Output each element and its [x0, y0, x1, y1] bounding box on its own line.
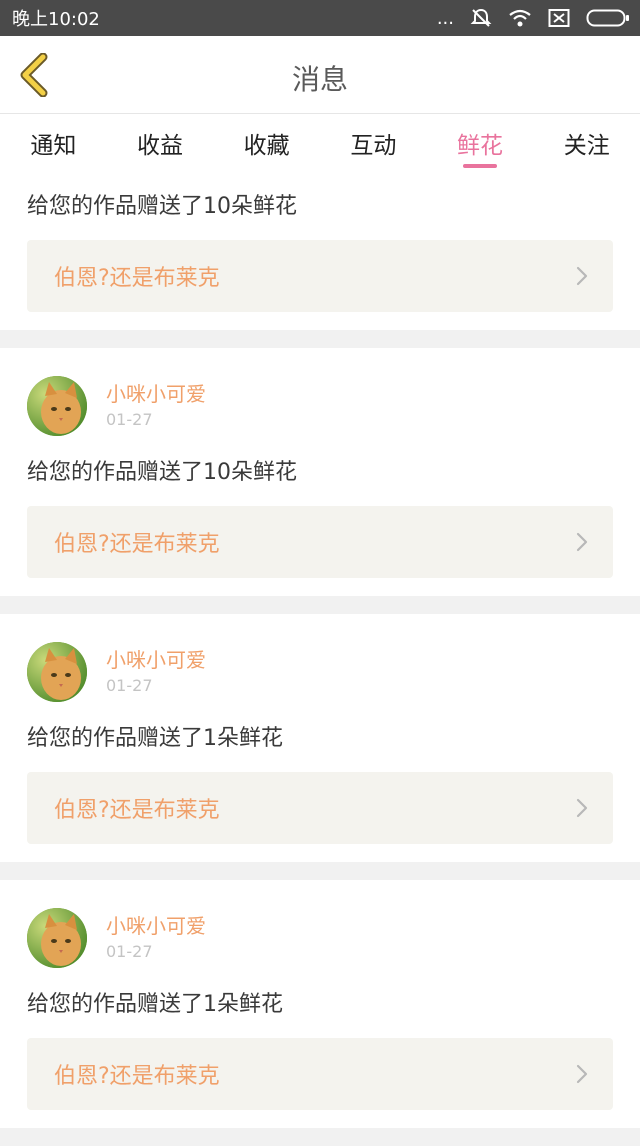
work-title: 伯恩?还是布莱克	[54, 798, 220, 823]
message-text: 给您的作品赠送了10朵鲜花	[27, 460, 297, 485]
page-title: 消息	[291, 63, 348, 96]
user-meta: 小咪小可爱 01-27	[106, 381, 206, 431]
work-link[interactable]: 伯恩?还是布莱克	[27, 506, 613, 578]
user-row: 小咪小可爱 01-27	[27, 376, 613, 436]
wifi-icon	[508, 8, 532, 28]
message-card: 给您的作品赠送了10朵鲜花 伯恩?还是布莱克	[0, 172, 640, 330]
avatar[interactable]	[27, 642, 87, 702]
status-bar: 晚上10:02 ...	[0, 0, 640, 36]
chevron-right-icon	[576, 532, 588, 552]
message-text: 给您的作品赠送了1朵鲜花	[27, 726, 283, 751]
message-text: 给您的作品赠送了1朵鲜花	[27, 992, 283, 1017]
alarm-off-icon	[470, 7, 492, 29]
message-card: 小咪小可爱 01-27 给您的作品赠送了10朵鲜花 伯恩?还是布莱克	[0, 348, 640, 596]
header: 消息	[0, 36, 640, 114]
username[interactable]: 小咪小可爱	[106, 647, 206, 673]
tab-label: 鲜花	[457, 133, 504, 159]
sim-off-icon	[548, 8, 570, 28]
message-date: 01-27	[106, 410, 153, 429]
status-icons: ...	[437, 7, 630, 29]
tab-label: 收藏	[243, 133, 290, 159]
avatar[interactable]	[27, 908, 87, 968]
chevron-right-icon	[576, 798, 588, 818]
tab-label: 通知	[30, 133, 77, 159]
tab-label: 收益	[137, 133, 183, 159]
user-meta: 小咪小可爱 01-27	[106, 913, 206, 963]
work-title: 伯恩?还是布莱克	[54, 1064, 220, 1089]
tab-label: 关注	[563, 133, 610, 159]
tab-label: 互动	[350, 133, 397, 159]
message-date: 01-27	[106, 676, 153, 695]
chevron-right-icon	[576, 1064, 588, 1084]
message-card: 小咪小可爱 01-27 给您的作品赠送了1朵鲜花 伯恩?还是布莱克	[0, 614, 640, 862]
tab-flowers[interactable]: 鲜花	[427, 114, 534, 172]
message-list: 给您的作品赠送了10朵鲜花 伯恩?还是布莱克 小咪小可爱 01-27 给您的作品…	[0, 172, 640, 1146]
battery-icon	[586, 8, 630, 28]
message-card: 小咪小可爱 01-27 给您的作品赠送了1朵鲜花 伯恩?还是布莱克	[0, 880, 640, 1128]
tab-earnings[interactable]: 收益	[107, 114, 214, 172]
user-row: 小咪小可爱 01-27	[27, 908, 613, 968]
avatar[interactable]	[27, 376, 87, 436]
tab-favorites[interactable]: 收藏	[213, 114, 320, 172]
user-meta: 小咪小可爱 01-27	[106, 647, 206, 697]
work-title: 伯恩?还是布莱克	[54, 266, 220, 291]
active-tab-indicator	[463, 164, 498, 168]
work-link[interactable]: 伯恩?还是布莱克	[27, 240, 613, 312]
tab-interactions[interactable]: 互动	[320, 114, 427, 172]
message-text: 给您的作品赠送了10朵鲜花	[27, 194, 297, 219]
chevron-right-icon	[576, 266, 588, 286]
username[interactable]: 小咪小可爱	[106, 381, 206, 407]
work-link[interactable]: 伯恩?还是布莱克	[27, 1038, 613, 1110]
user-row: 小咪小可爱 01-27	[27, 642, 613, 702]
tab-bar: 通知 收益 收藏 互动 鲜花 关注	[0, 114, 640, 172]
username[interactable]: 小咪小可爱	[106, 913, 206, 939]
status-time: 晚上10:02	[12, 9, 100, 30]
work-link[interactable]: 伯恩?还是布莱克	[27, 772, 613, 844]
more-dots: ...	[436, 7, 454, 29]
work-title: 伯恩?还是布莱克	[54, 532, 220, 557]
message-date: 01-27	[106, 942, 153, 961]
tab-follows[interactable]: 关注	[533, 114, 640, 172]
tab-notifications[interactable]: 通知	[0, 114, 107, 172]
